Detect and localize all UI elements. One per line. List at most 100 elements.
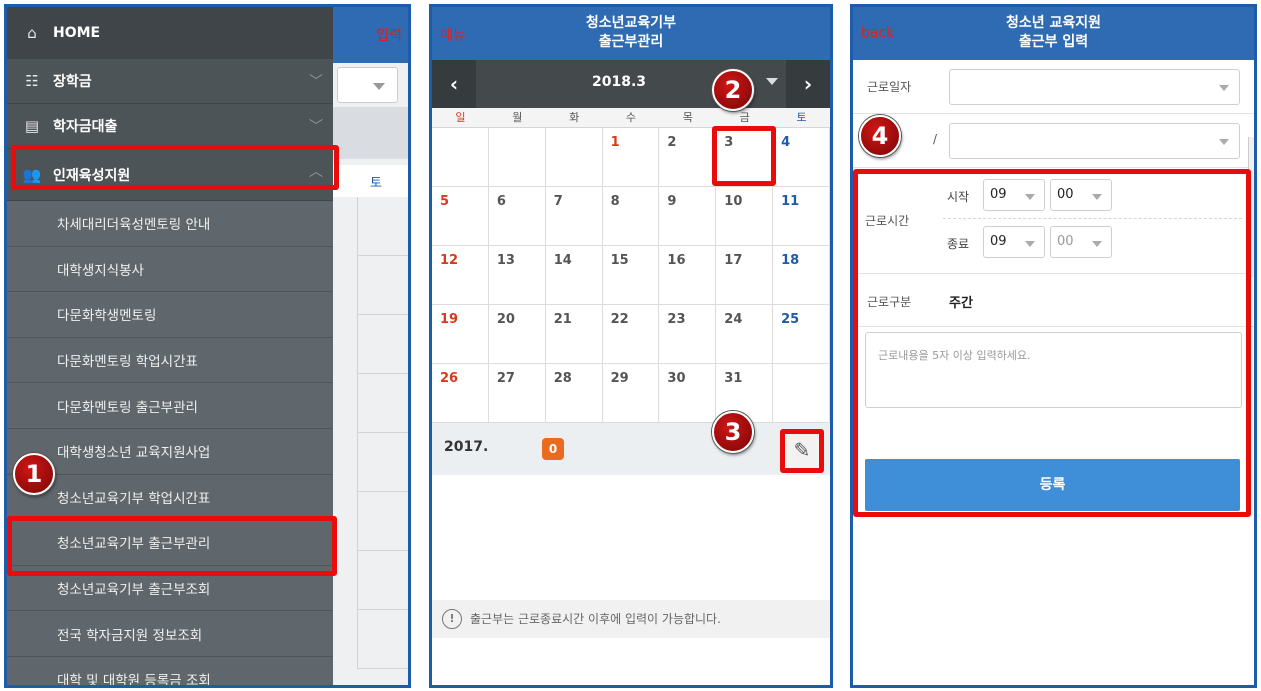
weekday-header: 일 월 화 수 목 금 토: [432, 108, 830, 128]
calendar-day[interactable]: 23: [659, 305, 717, 364]
scholarship-icon: ☷: [25, 72, 39, 90]
calendar-day[interactable]: [545, 128, 603, 187]
page-title-line1: 청소년 교육지원: [1005, 15, 1102, 31]
calendar-day[interactable]: 8: [602, 187, 660, 246]
highlight-box: [853, 169, 1251, 517]
page-title-line2: 출근부 입력: [1018, 34, 1089, 50]
submenu-item[interactable]: 대학생지식봉사: [7, 246, 333, 293]
calendar-day[interactable]: 25: [773, 305, 830, 364]
prev-month-button[interactable]: ‹: [432, 60, 476, 108]
calendar-day[interactable]: 13: [488, 246, 546, 305]
home-icon: ⌂: [27, 23, 37, 42]
calendar-day[interactable]: [432, 128, 489, 187]
highlight-box: [11, 145, 339, 190]
background-input-link[interactable]: 입력: [376, 25, 402, 45]
background-saturday-label: 토: [370, 176, 382, 191]
calendar-day[interactable]: 2: [659, 128, 717, 187]
calendar-day[interactable]: 12: [432, 246, 489, 305]
weekday-label: 화: [569, 111, 580, 124]
calendar-day[interactable]: 6: [488, 187, 546, 246]
submenu-item-label: 전국 학자금지원 정보조회: [57, 627, 203, 644]
submenu-item[interactable]: 대학 및 대학원 등록금 조회: [7, 656, 333, 688]
calendar-day[interactable]: 29: [602, 364, 660, 423]
submenu-item[interactable]: 다문화멘토링 출근부관리: [7, 383, 333, 429]
calendar-day[interactable]: 14: [545, 246, 603, 305]
calendar-day[interactable]: 24: [716, 305, 774, 364]
calendar-day[interactable]: 27: [488, 364, 546, 423]
submenu-item[interactable]: 다문화학생멘토링: [7, 292, 333, 338]
submenu-item[interactable]: 전국 학자금지원 정보조회: [7, 611, 333, 657]
step-marker-4: 4: [859, 115, 901, 157]
loan-icon: ▤: [24, 117, 40, 135]
month-navigator: ‹ 2018.3 ›: [432, 60, 830, 108]
step-marker-3: 3: [712, 411, 754, 453]
background-weekday-bar: 토: [333, 165, 408, 197]
step-marker-2: 2: [712, 69, 754, 111]
calendar-day[interactable]: 15: [602, 246, 660, 305]
submenu-item[interactable]: 청소년교육기부 학업시간표: [7, 474, 333, 521]
submenu-item-label: 다문화학생멘토링: [57, 308, 157, 325]
calendar-day[interactable]: 5: [432, 187, 489, 246]
menu-item-scholarship[interactable]: ☷ 장학금 ﹀: [7, 59, 333, 104]
calendar-day[interactable]: 21: [545, 305, 603, 364]
work-date-label: 근로일자: [867, 80, 912, 94]
next-month-button[interactable]: ›: [786, 60, 830, 108]
app-header: 메뉴 청소년교육기부 출근부관리: [432, 7, 830, 60]
calendar-day[interactable]: 19: [432, 305, 489, 364]
add-attendance-pen-icon[interactable]: ✎: [780, 429, 824, 473]
weekday-label: 수: [625, 111, 637, 124]
weekday-label: 일: [455, 111, 466, 124]
background-bar: [333, 107, 408, 159]
menu-button[interactable]: 메뉴: [440, 25, 466, 45]
calendar-day[interactable]: 1: [602, 128, 660, 187]
calendar-day[interactable]: 10: [716, 187, 774, 246]
weekday-label: 금: [739, 111, 750, 124]
notice-bar: ! 출근부는 근로종료시간 이후에 입력이 가능합니다.: [432, 600, 830, 638]
calendar-day[interactable]: 16: [659, 246, 717, 305]
submenu-item[interactable]: 차세대리더육성멘토링 안내: [7, 201, 333, 247]
notice-text: 출근부는 근로종료시간 이후에 입력이 가능합니다.: [470, 612, 721, 626]
nav-menu: ⌂ HOME ☷ 장학금 ﹀ ▤ 학자금대출 ﹀ 👥 인재육성지원 ︿ 차세대리…: [7, 7, 333, 685]
calendar-day[interactable]: 11: [773, 187, 830, 246]
submenu-item-label: 청소년교육기부 학업시간표: [57, 490, 211, 507]
calendar-day[interactable]: 28: [545, 364, 603, 423]
info-icon: !: [442, 609, 462, 629]
submenu-item-label: 다문화멘토링 출근부관리: [57, 399, 198, 416]
submenu-item-label: 대학 및 대학원 등록금 조회: [57, 673, 211, 688]
menu-item-label: HOME: [53, 24, 101, 41]
chevron-down-icon[interactable]: [766, 78, 778, 85]
calendar-day[interactable]: 18: [773, 246, 830, 305]
menu-item-home[interactable]: ⌂ HOME: [7, 7, 333, 59]
back-button[interactable]: back: [861, 25, 894, 41]
second-select-label: /: [933, 132, 938, 146]
page-title-line2: 출근부관리: [598, 34, 664, 50]
calendar-day[interactable]: 9: [659, 187, 717, 246]
submenu-item-label: 대학생청소년 교육지원사업: [57, 445, 211, 462]
step-marker-1: 1: [13, 453, 55, 495]
calendar-day[interactable]: 4: [773, 128, 830, 187]
calendar-day[interactable]: 20: [488, 305, 546, 364]
calendar-day[interactable]: 30: [659, 364, 717, 423]
calendar-day[interactable]: [773, 364, 830, 423]
submenu-item-label: 청소년교육기부 출근부조회: [57, 582, 211, 599]
attendance-count-row: 2017. 0 ✎: [432, 423, 830, 475]
second-select[interactable]: [949, 123, 1240, 159]
current-month[interactable]: 2018.3: [592, 74, 646, 90]
work-date-select[interactable]: [949, 69, 1240, 105]
weekday-label: 목: [682, 111, 693, 124]
weekday-label: 토: [796, 111, 807, 124]
app-header: back 청소년 교육지원 출근부 입력: [853, 7, 1254, 60]
submenu-item[interactable]: 다문화멘토링 학업시간표: [7, 337, 333, 384]
calendar-day[interactable]: 7: [545, 187, 603, 246]
chevron-down-icon: ﹀: [309, 74, 323, 90]
calendar-day[interactable]: [488, 128, 546, 187]
calendar-day[interactable]: 17: [716, 246, 774, 305]
menu-item-loan[interactable]: ▤ 학자금대출 ﹀: [7, 104, 333, 149]
second-select-row: /: [853, 114, 1254, 168]
calendar-day[interactable]: 22: [602, 305, 660, 364]
calendar-day[interactable]: 26: [432, 364, 489, 423]
submenu-item[interactable]: 대학생청소년 교육지원사업: [7, 428, 333, 475]
attendance-calendar-panel: 메뉴 청소년교육기부 출근부관리 ‹ 2018.3 › 일 월 화 수 목 금 …: [429, 4, 833, 688]
menu-item-label: 학자금대출: [53, 119, 118, 135]
background-calendar-grid: [357, 197, 408, 685]
